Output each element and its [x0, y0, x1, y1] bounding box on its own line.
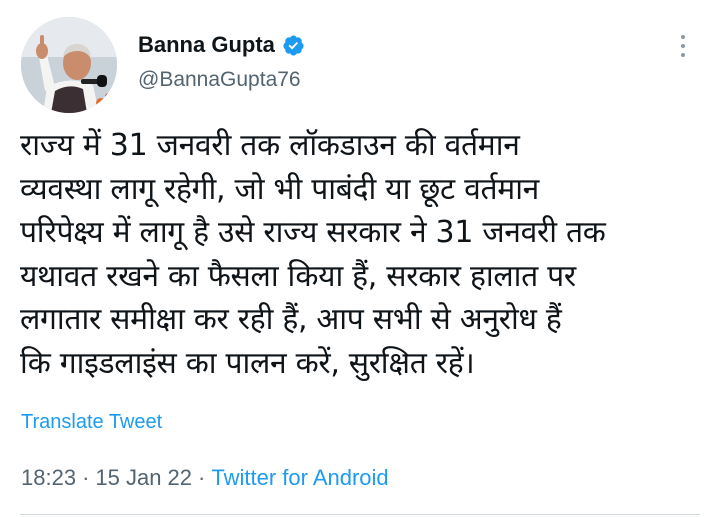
translate-tweet-link[interactable]: Translate Tweet	[21, 411, 162, 434]
author-name-row[interactable]: Banna Gupta	[138, 30, 305, 60]
verified-badge-icon	[282, 34, 305, 57]
tweet-text-line: कि गाइडलाइंस का पालन करें, सुरक्षित रहें…	[20, 345, 475, 381]
tweet-text-line: लगातार समीक्षा कर रही हैं, आप सभी से अनु…	[20, 302, 562, 337]
meta-separator: ·	[198, 465, 206, 490]
author-handle[interactable]: @BannaGupta76	[138, 68, 305, 92]
avatar[interactable]	[21, 17, 117, 113]
more-options-icon[interactable]	[676, 33, 692, 59]
author-display-name[interactable]: Banna Gupta	[138, 32, 275, 58]
tweet-time[interactable]: 18:23	[21, 465, 76, 490]
tweet-source-link[interactable]: Twitter for Android	[211, 465, 388, 490]
divider	[20, 514, 700, 515]
author-block: Banna Gupta @BannaGupta76	[138, 30, 305, 92]
meta-separator: ·	[82, 465, 90, 490]
tweet-text-line: व्यवस्था लागू रहेगी, जो भी पाबंदी या छूट…	[20, 171, 540, 207]
more-dot	[681, 44, 685, 48]
more-dot	[681, 53, 685, 57]
tweet-date[interactable]: 15 Jan 22	[95, 465, 192, 490]
tweet-text-line: राज्य में 31 जनवरी तक लॉकडाउन की वर्तमान	[20, 128, 520, 163]
tweet-text-line: यथावत रखने का फैसला किया हैं, सरकार हाला…	[20, 258, 576, 294]
tweet-text: राज्य में 31 जनवरी तक लॉकडाउन की वर्तमान…	[20, 124, 710, 385]
tweet-text-line: परिपेक्ष्य में लागू है उसे राज्य सरकार न…	[20, 215, 606, 250]
tweet-meta: 18:23 · 15 Jan 22 · Twitter for Android	[21, 465, 389, 491]
more-dot	[681, 35, 685, 39]
tweet: Banna Gupta @BannaGupta76 राज्य में 31 ज…	[0, 0, 720, 517]
